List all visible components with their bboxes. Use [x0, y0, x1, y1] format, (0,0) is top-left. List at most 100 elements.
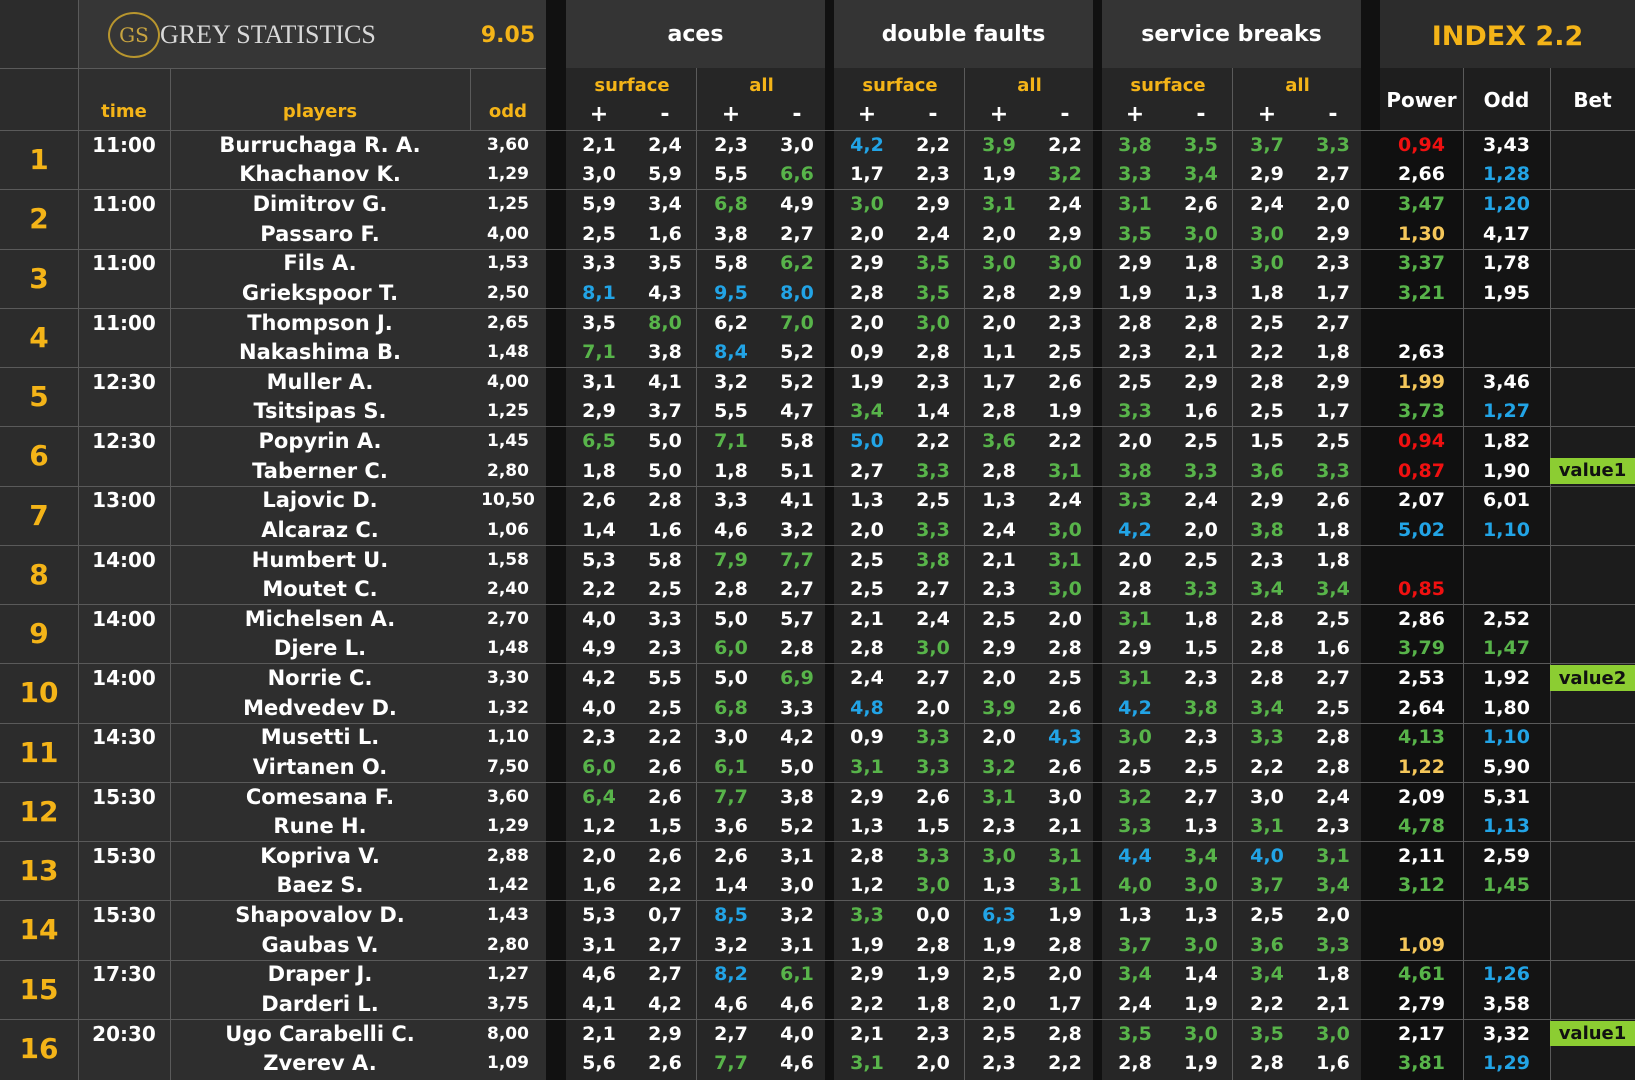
player-odd: 2,80	[487, 460, 529, 481]
stat-sb: 1,8	[1184, 252, 1218, 275]
stat-aces: 2,6	[648, 1052, 682, 1075]
stat-aces: 1,4	[582, 518, 616, 541]
plus-header: +	[721, 101, 741, 127]
stat-df: 2,4	[916, 222, 950, 245]
stat-aces: 0,7	[648, 904, 682, 927]
stat-sb: 3,4	[1250, 578, 1284, 601]
player-name: Moutet C.	[262, 577, 378, 602]
match-time: 11:00	[92, 310, 156, 335]
stat-aces: 1,6	[582, 874, 616, 897]
group-double-faults: double faults	[881, 21, 1046, 47]
stat-sb: 2,4	[1250, 193, 1284, 216]
stat-df: 2,9	[850, 252, 884, 275]
stat-df: 2,0	[850, 311, 884, 334]
player-name: Muller A.	[266, 369, 374, 394]
stat-df: 1,1	[982, 341, 1016, 364]
player-name: Gaubas V.	[261, 932, 379, 957]
match-number: 9	[29, 617, 49, 651]
power-value: 3,81	[1398, 1052, 1445, 1075]
stat-sb: 3,8	[1184, 696, 1218, 719]
index-odd-value: 6,01	[1483, 489, 1530, 512]
index-odd-value	[1463, 308, 1550, 338]
stat-df: 3,3	[850, 904, 884, 927]
index-odd-value: 1,47	[1483, 637, 1530, 660]
stat-df: 3,0	[850, 193, 884, 216]
stat-aces: 1,5	[648, 815, 682, 838]
stat-sb: 4,4	[1118, 844, 1152, 867]
stat-df: 2,1	[850, 607, 884, 630]
bet-badge: value1	[1550, 1020, 1635, 1047]
stat-aces: 7,0	[780, 311, 814, 334]
player-name: Humbert U.	[251, 547, 389, 572]
stat-df: 2,4	[1048, 193, 1082, 216]
bet-column-bg	[1550, 130, 1635, 1080]
stat-sb: 3,0	[1184, 874, 1218, 897]
player-odd: 2,80	[487, 934, 529, 955]
stat-sb: 3,4	[1118, 963, 1152, 986]
power-value: 2,86	[1398, 607, 1445, 630]
stat-aces: 7,7	[714, 1052, 748, 1075]
index-odd-value	[1463, 545, 1550, 575]
stat-df: 1,9	[982, 163, 1016, 186]
stat-sb: 2,4	[1184, 489, 1218, 512]
stat-aces: 5,0	[648, 430, 682, 453]
stat-aces: 3,3	[714, 489, 748, 512]
stat-sb: 3,0	[1118, 726, 1152, 749]
player-odd: 1,29	[487, 816, 529, 837]
stat-sb: 3,3	[1118, 400, 1152, 423]
match-number: 14	[19, 913, 59, 947]
logo-text: GREY STATISTICS	[160, 20, 376, 49]
stat-aces: 1,2	[582, 815, 616, 838]
stat-df: 2,5	[1048, 667, 1082, 690]
index-title: INDEX 2.2	[1431, 20, 1584, 52]
stat-df: 3,1	[982, 785, 1016, 808]
minus-header: -	[792, 101, 802, 127]
match-time: 20:30	[92, 1021, 156, 1046]
stat-aces: 2,2	[582, 578, 616, 601]
stat-sb: 2,7	[1316, 667, 1350, 690]
match-number: 1	[29, 143, 49, 177]
stat-sb: 3,0	[1184, 1022, 1218, 1045]
power-value: 3,21	[1398, 281, 1445, 304]
stat-aces: 4,1	[648, 370, 682, 393]
power-value: 2,53	[1398, 667, 1445, 690]
stat-df: 2,8	[916, 933, 950, 956]
stat-df: 1,9	[1048, 904, 1082, 927]
stat-sb: 2,8	[1250, 667, 1284, 690]
power-value: 3,37	[1398, 252, 1445, 275]
index-odd-value: 1,80	[1483, 696, 1530, 719]
stat-df: 2,5	[982, 1022, 1016, 1045]
stat-sb: 3,3	[1184, 578, 1218, 601]
power-value: 2,79	[1398, 992, 1445, 1015]
stat-df: 2,3	[916, 163, 950, 186]
stat-sb: 3,7	[1250, 874, 1284, 897]
power-value: 1,30	[1398, 222, 1445, 245]
stat-df: 3,0	[1048, 578, 1082, 601]
stat-aces: 6,9	[780, 667, 814, 690]
stat-sb: 3,3	[1184, 459, 1218, 482]
player-odd: 2,50	[487, 282, 529, 303]
column-index-odd: Odd	[1483, 88, 1530, 112]
stat-aces: 2,5	[648, 578, 682, 601]
stat-df: 2,4	[982, 518, 1016, 541]
stat-sb: 3,1	[1118, 667, 1152, 690]
stat-aces: 2,1	[582, 1022, 616, 1045]
stat-df: 3,3	[916, 518, 950, 541]
stat-sb: 2,8	[1316, 726, 1350, 749]
column-bet: Bet	[1573, 88, 1612, 112]
stat-df: 1,7	[1048, 992, 1082, 1015]
column-time: time	[101, 100, 147, 122]
match-time: 11:00	[92, 192, 156, 217]
match-time: 14:00	[92, 666, 156, 691]
minus-header: -	[660, 101, 670, 127]
stat-aces: 3,1	[780, 844, 814, 867]
stat-df: 1,9	[850, 370, 884, 393]
minus-header: -	[928, 101, 938, 127]
stat-sb: 3,5	[1118, 1022, 1152, 1045]
index-odd-value: 3,46	[1483, 370, 1530, 393]
stat-df: 2,6	[916, 785, 950, 808]
stat-df: 2,0	[1048, 607, 1082, 630]
stat-aces: 5,8	[714, 252, 748, 275]
stat-sb: 3,7	[1250, 133, 1284, 156]
stat-aces: 6,0	[714, 637, 748, 660]
